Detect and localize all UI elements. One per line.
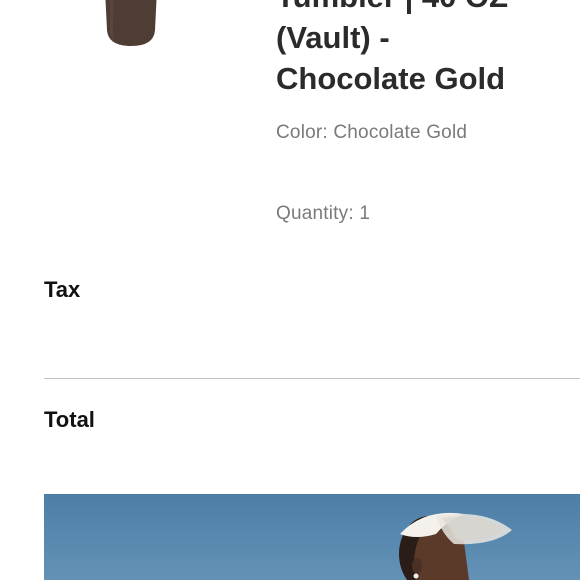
promo-banner-image[interactable]	[44, 494, 580, 580]
tax-label: Tax	[44, 277, 81, 302]
product-thumbnail	[105, 0, 157, 46]
product-color: Color: Chocolate Gold	[276, 122, 468, 143]
product-title: Tumbler | 40 OZ (Vault) - Chocolate Gold	[276, 0, 508, 96]
summary-divider	[44, 378, 580, 379]
banner-photo	[399, 512, 512, 580]
order-summary-page: Tumbler | 40 OZ (Vault) - Chocolate Gold…	[0, 0, 580, 580]
total-label: Total	[44, 407, 95, 432]
product-quantity: Quantity: 1	[276, 203, 371, 224]
person-figure	[399, 512, 512, 580]
